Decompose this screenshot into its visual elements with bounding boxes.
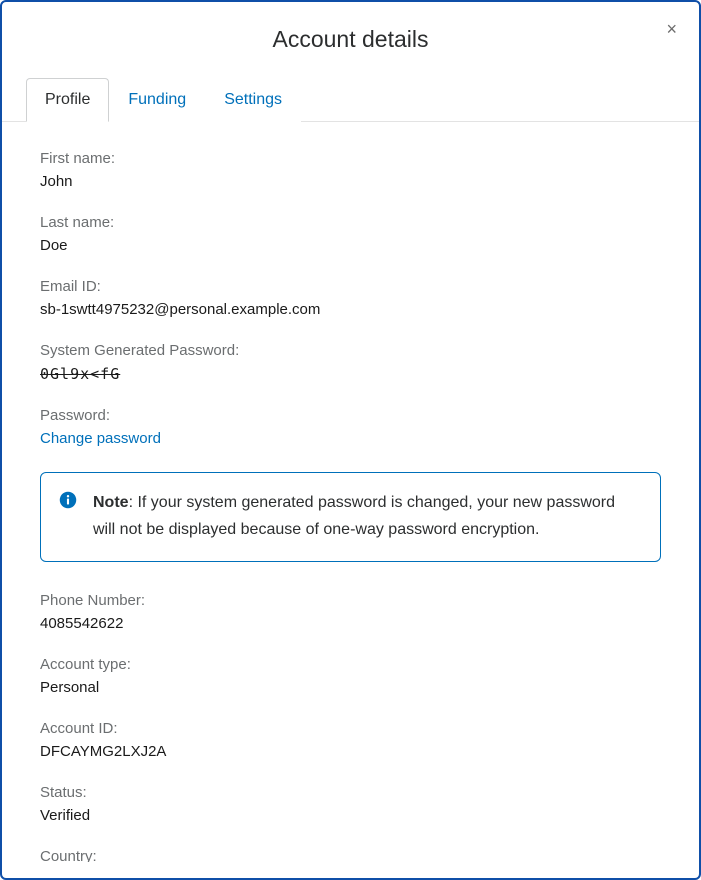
label-account-id: Account ID: <box>40 720 661 737</box>
value-status: Verified <box>40 807 661 824</box>
password-note: Note: If your system generated password … <box>40 472 661 562</box>
field-first-name: First name: John <box>40 150 661 190</box>
label-sys-password: System Generated Password: <box>40 342 661 359</box>
change-password-link[interactable]: Change password <box>40 430 161 447</box>
value-account-type: Personal <box>40 679 661 696</box>
tab-settings[interactable]: Settings <box>205 78 301 122</box>
value-phone: 4085542622 <box>40 615 661 632</box>
value-last-name: Doe <box>40 237 661 254</box>
label-first-name: First name: <box>40 150 661 167</box>
field-email: Email ID: sb-1swtt4975232@personal.examp… <box>40 278 661 318</box>
field-status: Status: Verified <box>40 784 661 824</box>
field-account-type: Account type: Personal <box>40 656 661 696</box>
label-last-name: Last name: <box>40 214 661 231</box>
tab-profile[interactable]: Profile <box>26 78 109 122</box>
label-status: Status: <box>40 784 661 801</box>
profile-content: First name: John Last name: Doe Email ID… <box>2 122 699 862</box>
field-account-id: Account ID: DFCAYMG2LXJ2A <box>40 720 661 760</box>
field-phone: Phone Number: 4085542622 <box>40 592 661 632</box>
note-body: : If your system generated password is c… <box>93 494 615 538</box>
tabs: Profile Funding Settings <box>2 77 699 122</box>
field-last-name: Last name: Doe <box>40 214 661 254</box>
label-country: Country: <box>40 848 661 862</box>
note-text: Note: If your system generated password … <box>93 489 640 543</box>
value-sys-password: 0Gl9x<fG <box>40 365 661 383</box>
field-sys-password: System Generated Password: 0Gl9x<fG <box>40 342 661 383</box>
modal-header: Account details × <box>2 2 699 71</box>
value-account-id: DFCAYMG2LXJ2A <box>40 743 661 760</box>
label-email: Email ID: <box>40 278 661 295</box>
close-icon[interactable]: × <box>662 16 681 42</box>
modal-title: Account details <box>22 26 679 53</box>
label-account-type: Account type: <box>40 656 661 673</box>
tab-funding[interactable]: Funding <box>109 78 205 122</box>
field-country: Country: US <box>40 848 661 862</box>
note-bold: Note <box>93 494 129 511</box>
label-phone: Phone Number: <box>40 592 661 609</box>
account-details-modal: Account details × Profile Funding Settin… <box>0 0 701 880</box>
label-password: Password: <box>40 407 661 424</box>
field-password: Password: Change password <box>40 407 661 448</box>
value-first-name: John <box>40 173 661 190</box>
info-icon <box>59 491 77 509</box>
value-email: sb-1swtt4975232@personal.example.com <box>40 301 661 318</box>
